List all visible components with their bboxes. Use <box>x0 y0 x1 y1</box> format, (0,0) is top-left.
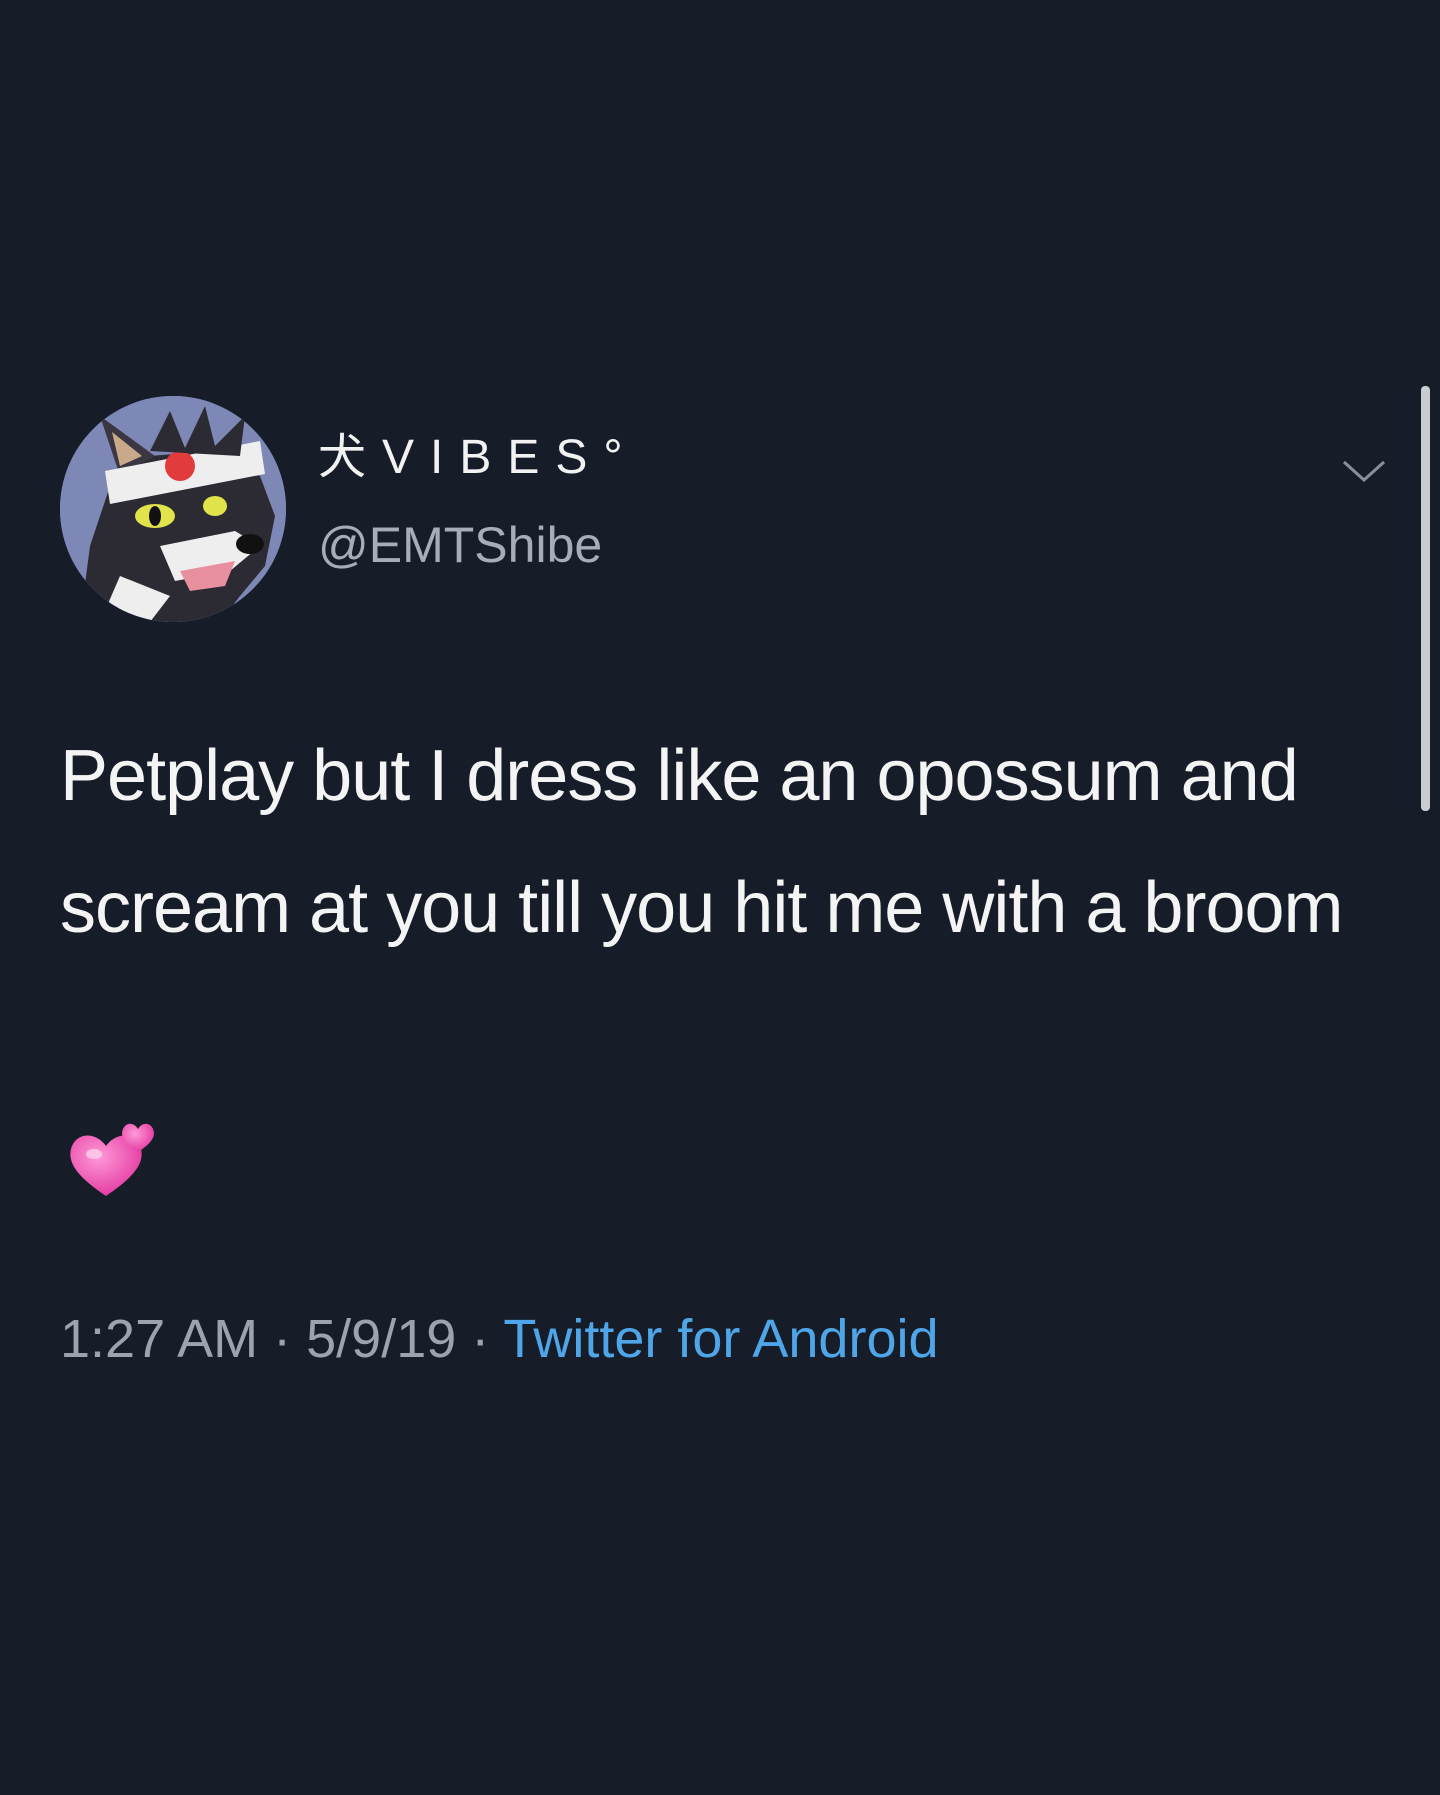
avatar-image <box>60 396 286 622</box>
tweet-text: Petplay but I dress like an opossum and … <box>60 736 1344 948</box>
chevron-down-icon[interactable] <box>1340 456 1388 486</box>
meta-separator: · <box>471 1309 490 1369</box>
scrollbar[interactable] <box>1421 386 1430 811</box>
display-name[interactable]: 犬VIBES° <box>318 430 639 486</box>
tweet-time: 1:27 AM <box>60 1309 259 1369</box>
meta-separator: · <box>273 1309 292 1369</box>
tweet-source-link[interactable]: Twitter for Android <box>503 1309 938 1369</box>
tweet-meta: 1:27 AM · 5/9/19 · Twitter for Android <box>60 1304 939 1374</box>
tweet-date[interactable]: 5/9/19 <box>306 1309 456 1369</box>
user-handle[interactable]: @EMTShibe <box>318 515 602 575</box>
tweet-screenshot: 犬VIBES° @EMTShibe Petplay but I dress li… <box>0 0 1440 1795</box>
revolving-hearts-icon <box>66 1116 156 1200</box>
profile-avatar[interactable] <box>60 396 286 622</box>
